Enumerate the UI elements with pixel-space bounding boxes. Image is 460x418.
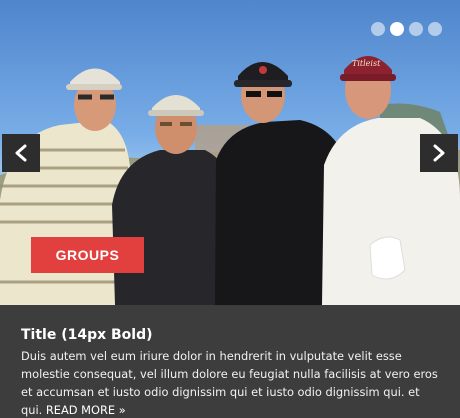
- next-slide-button[interactable]: [420, 134, 458, 172]
- double-chevron-right-icon: »: [118, 403, 126, 417]
- pagination-dot-3[interactable]: [409, 22, 423, 36]
- slide-description: Duis autem vel eum iriure dolor in hendr…: [21, 347, 441, 418]
- cap-logo-text: Titleist: [352, 59, 381, 68]
- chevron-left-icon: [15, 144, 27, 162]
- chevron-right-icon: [433, 144, 445, 162]
- slide-pagination: [371, 22, 442, 36]
- image-slider: Titleist GROUPS Title (14px Bold) Duis a…: [0, 0, 460, 418]
- read-more-link[interactable]: READ MORE »: [46, 403, 126, 417]
- pagination-dot-1[interactable]: [371, 22, 385, 36]
- pagination-dot-4[interactable]: [428, 22, 442, 36]
- category-badge[interactable]: GROUPS: [31, 237, 144, 273]
- prev-slide-button[interactable]: [2, 134, 40, 172]
- slide-caption: Title (14px Bold) Duis autem vel eum iri…: [0, 305, 460, 418]
- read-more-label: READ MORE: [45, 403, 116, 417]
- pagination-dot-2[interactable]: [390, 22, 404, 36]
- slide-title: Title (14px Bold): [21, 327, 153, 343]
